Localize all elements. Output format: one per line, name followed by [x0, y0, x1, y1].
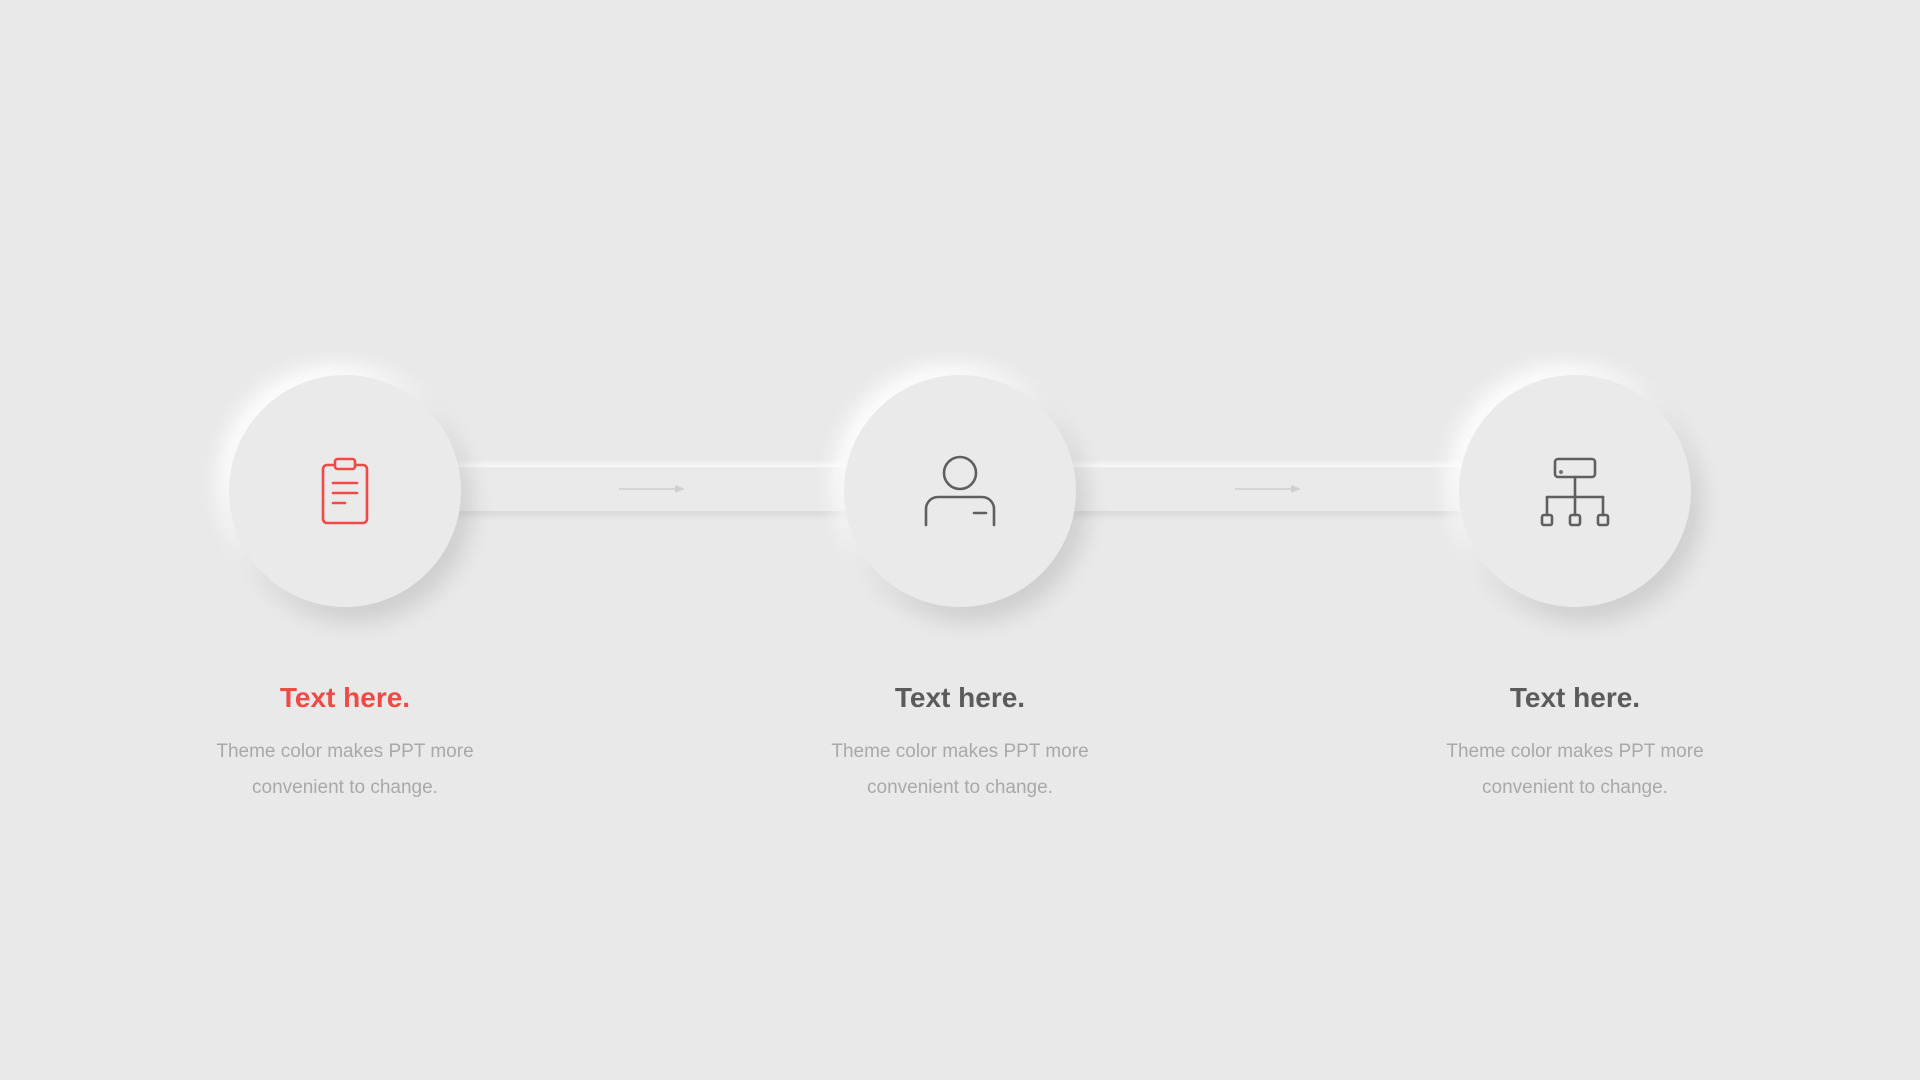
step-node-2 [844, 375, 1076, 607]
user-icon [924, 455, 996, 527]
step-node-3 [1459, 375, 1691, 607]
step-title: Text here. [1509, 682, 1641, 713]
step-label-3: Text here. Theme color makes PPT more co… [1405, 680, 1745, 806]
step-label-2: Text here. Theme color makes PPT more co… [790, 680, 1130, 806]
step-title: Text here. [894, 682, 1026, 713]
step-description: Theme color makes PPT more convenient to… [831, 741, 1089, 798]
arrow-right-icon [1235, 485, 1301, 493]
org-chart-icon [1540, 457, 1610, 527]
step-node-1 [229, 375, 461, 607]
step-description: Theme color makes PPT more convenient to… [1446, 741, 1704, 798]
step-label-1: Text here. Theme color makes PPT more co… [175, 680, 515, 806]
step-title: Text here. [279, 682, 411, 713]
step-description: Theme color makes PPT more convenient to… [216, 741, 474, 798]
arrow-right-icon [619, 485, 685, 493]
clipboard-icon [321, 457, 369, 525]
